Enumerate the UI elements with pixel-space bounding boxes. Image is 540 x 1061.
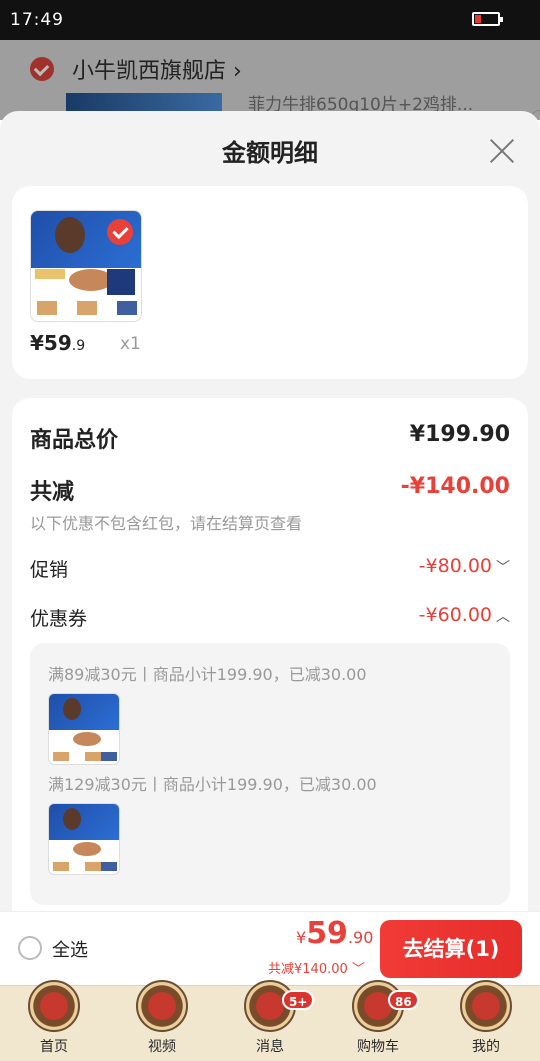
tab-cart[interactable]: 86 购物车	[338, 980, 419, 1061]
chevron-up-icon: ︿	[496, 609, 510, 625]
coupon-item-thumbnail	[48, 803, 120, 875]
coupon-desc: 满89减30元丨商品小计199.90，已减30.00	[48, 665, 367, 684]
tab-label: 消息	[256, 1039, 284, 1055]
status-time: 17:49	[10, 10, 64, 30]
tab-label: 视频	[148, 1039, 176, 1055]
select-all-radio[interactable]	[18, 936, 42, 960]
tab-video[interactable]: 视频	[122, 980, 202, 1061]
price-breakdown-card: 商品总价 ¥199.90 共减 -¥140.00 以下优惠不包含红包，请在结算页…	[12, 398, 528, 911]
home-icon	[28, 980, 80, 1032]
checkout-total: ¥59.90	[296, 916, 374, 951]
promo-label: 促销	[30, 559, 69, 581]
discount-value: -¥140.00	[400, 474, 510, 499]
coupon-detail-box: 满89减30元丨商品小计199.90，已减30.00 满129减30元丨商品小计…	[30, 643, 510, 905]
discount-label: 共减	[30, 480, 75, 505]
video-icon	[136, 980, 188, 1032]
total-price-value: ¥199.90	[409, 422, 510, 447]
cart-badge: 86	[388, 990, 419, 1010]
amount-detail-sheet: 金额明细 ¥59.9 x1 商品总价 ¥199.90 共减 -¥140.00 以…	[0, 111, 540, 911]
tab-home[interactable]: 首页	[14, 980, 94, 1061]
item-thumbnail[interactable]	[30, 210, 142, 322]
item-quantity: x1	[120, 334, 141, 354]
total-price-label: 商品总价	[30, 428, 119, 453]
coupon-value: -¥60.00 ︿	[418, 604, 510, 626]
tab-profile[interactable]: 我的	[446, 980, 526, 1061]
discount-row: 共减 -¥140.00	[30, 474, 510, 505]
promo-value: -¥80.00 ﹀	[418, 555, 510, 577]
store-check-icon	[30, 57, 54, 81]
check-icon	[107, 219, 133, 245]
coupon-label: 优惠券	[30, 608, 88, 630]
checkout-bar: 全选 ¥59.90 共减¥140.00 ﹀ 去结算(1)	[0, 911, 540, 985]
battery-level	[475, 15, 481, 23]
tab-label: 我的	[472, 1039, 500, 1055]
coupon-desc: 满129减30元丨商品小计199.90，已减30.00	[48, 775, 377, 794]
battery-icon	[472, 12, 503, 26]
item-price: ¥59.9	[30, 331, 86, 355]
close-icon[interactable]	[484, 133, 520, 169]
profile-icon	[460, 980, 512, 1032]
tab-messages[interactable]: 5+ 消息	[230, 980, 315, 1061]
store-name: 小牛凯西旗舰店 ›	[72, 59, 242, 84]
select-all-label[interactable]: 全选	[52, 936, 88, 962]
tab-label: 首页	[40, 1039, 68, 1055]
promo-row[interactable]: 促销 -¥80.00 ﹀	[30, 555, 510, 583]
chevron-down-icon: ﹀	[496, 560, 510, 576]
status-bar: 17:49	[0, 0, 540, 40]
coupon-item-thumbnail	[48, 693, 120, 765]
coupon-row[interactable]: 优惠券 -¥60.00 ︿	[30, 604, 510, 632]
checkout-button[interactable]: 去结算(1)	[380, 920, 522, 978]
background-page: 小牛凯西旗舰店 › 菲力牛排650g10片+2鸡排...	[0, 40, 540, 120]
chevron-right-icon: ›	[233, 59, 242, 84]
messages-badge: 5+	[282, 990, 315, 1010]
item-card: ¥59.9 x1	[12, 186, 528, 379]
total-price-row: 商品总价 ¥199.90	[30, 422, 510, 453]
discount-note: 以下优惠不包含红包，请在结算页查看	[30, 514, 303, 533]
tab-bar: 首页 视频 5+ 消息 86 购物车 我的	[0, 980, 540, 1061]
sheet-title: 金额明细	[222, 139, 318, 167]
tab-label: 购物车	[357, 1039, 399, 1055]
checkout-saved[interactable]: 共减¥140.00 ﹀	[268, 958, 365, 977]
